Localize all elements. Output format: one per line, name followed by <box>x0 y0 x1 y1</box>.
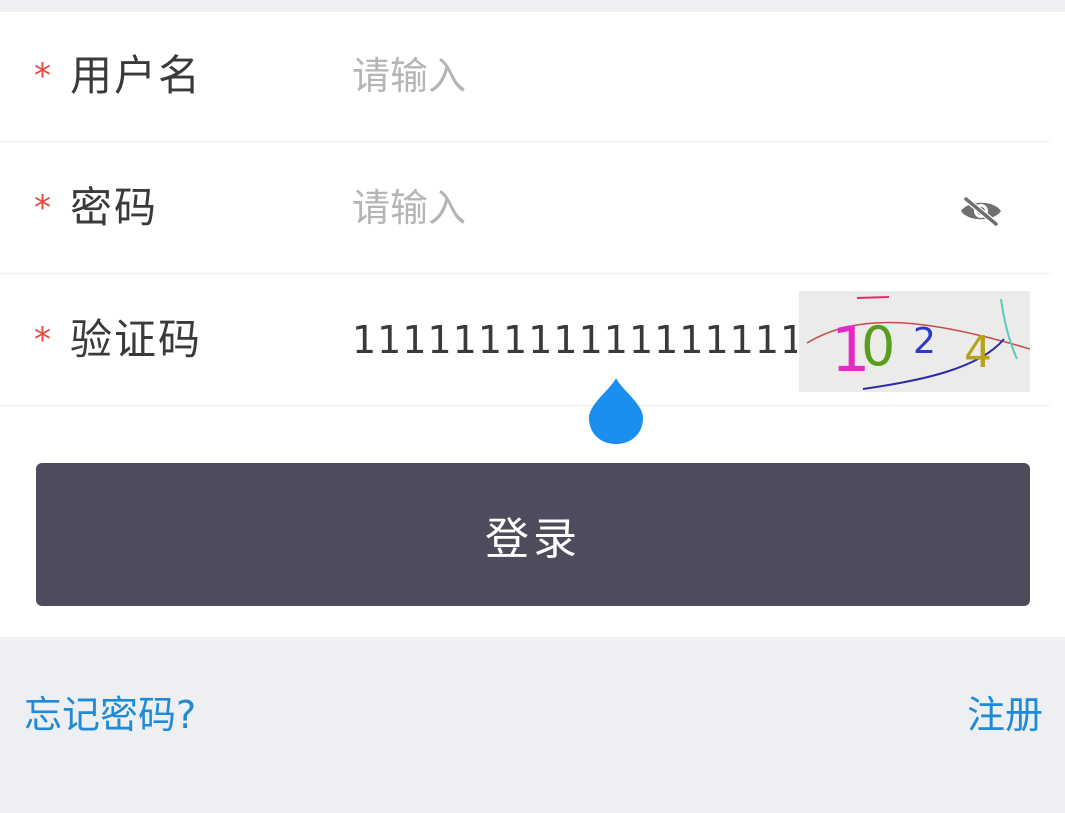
top-strip <box>0 0 1065 12</box>
svg-text:4: 4 <box>964 327 992 378</box>
text-cursor-handle[interactable] <box>588 376 644 446</box>
register-link[interactable]: 注册 <box>967 692 1043 738</box>
captcha-input[interactable] <box>352 316 797 364</box>
divider <box>0 141 1050 142</box>
captcha-image[interactable]: 1024 1 0 2 4 <box>799 291 1030 392</box>
forgot-password-link[interactable]: 忘记密码? <box>24 692 196 738</box>
required-mark: * <box>34 188 51 228</box>
captcha-label: 验证码 <box>70 315 203 364</box>
login-button[interactable]: 登录 <box>36 463 1030 606</box>
svg-text:0: 0 <box>861 315 895 378</box>
required-mark: * <box>34 320 51 360</box>
eye-off-icon[interactable] <box>958 196 1004 226</box>
divider <box>0 405 1050 406</box>
svg-text:2: 2 <box>913 321 936 362</box>
required-mark: * <box>34 56 51 96</box>
password-label: 密码 <box>70 183 159 232</box>
username-input[interactable] <box>352 52 792 100</box>
username-row: * 用户名 <box>0 12 1065 142</box>
password-input[interactable] <box>352 184 792 232</box>
username-label: 用户名 <box>70 51 203 100</box>
password-row: * 密码 <box>0 144 1065 274</box>
divider <box>0 273 1050 274</box>
login-form-panel: * 用户名 * 密码 * 验证码 1024 1 0 2 4 <box>0 12 1065 637</box>
